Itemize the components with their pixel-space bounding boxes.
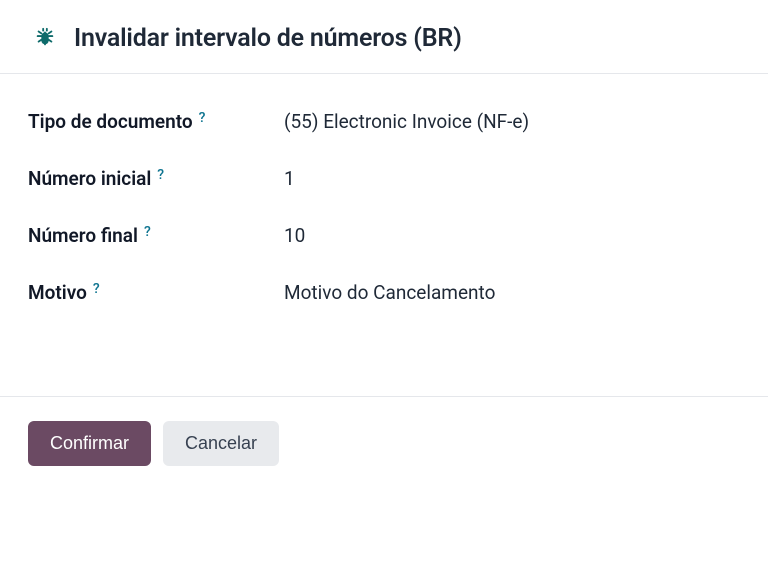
form-row-end-number: Número final ? 10 [28,224,740,247]
start-number-label: Número inicial [28,167,151,190]
form-row-reason: Motivo ? Motivo do Cancelamento [28,281,740,304]
help-icon[interactable]: ? [199,110,206,126]
form-row-start-number: Número inicial ? 1 [28,167,740,190]
label-wrap: Motivo ? [28,281,284,304]
reason-value[interactable]: Motivo do Cancelamento [284,281,495,304]
start-number-value[interactable]: 1 [284,167,295,190]
label-wrap: Número inicial ? [28,167,284,190]
dialog-title: Invalidar intervalo de números (BR) [74,24,462,53]
document-type-value[interactable]: (55) Electronic Invoice (NF-e) [284,110,529,133]
dialog-header: Invalidar intervalo de números (BR) [0,0,768,74]
reason-label: Motivo [28,281,87,304]
help-icon[interactable]: ? [144,224,151,240]
cancel-button[interactable]: Cancelar [163,421,279,466]
end-number-value[interactable]: 10 [284,224,305,247]
label-wrap: Número final ? [28,224,284,247]
help-icon[interactable]: ? [93,281,100,297]
bug-icon [34,26,56,52]
document-type-label: Tipo de documento [28,110,193,133]
help-icon[interactable]: ? [157,167,164,183]
confirm-button[interactable]: Confirmar [28,421,151,466]
label-wrap: Tipo de documento ? [28,110,284,133]
form-row-document-type: Tipo de documento ? (55) Electronic Invo… [28,110,740,133]
dialog-body: Tipo de documento ? (55) Electronic Invo… [0,74,768,348]
end-number-label: Número final [28,224,138,247]
dialog-footer: Confirmar Cancelar [0,396,768,490]
